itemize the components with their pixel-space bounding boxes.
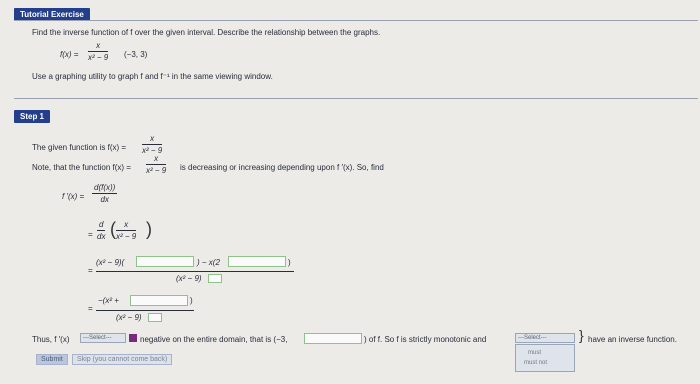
graphing-utility-text: Use a graphing utility to graph f and f⁻… bbox=[32, 72, 273, 81]
derivative-denominator: dx bbox=[100, 195, 109, 204]
eq3-num-c: ) bbox=[288, 258, 291, 267]
eq2-numerator: x bbox=[124, 220, 129, 229]
thus-text-c: ) of f. So f is strictly monotonic and bbox=[364, 335, 487, 344]
eq3-num-b: ) − x(2 bbox=[197, 258, 220, 267]
function-lhs: f(x) = bbox=[60, 50, 79, 59]
eq3-answer-box-1[interactable] bbox=[136, 256, 194, 267]
given-numerator: x bbox=[150, 134, 155, 143]
bracket: } bbox=[579, 327, 584, 343]
select-option-must-not[interactable]: must not bbox=[524, 360, 547, 366]
eq2-d: d bbox=[99, 220, 104, 229]
tutorial-page: Tutorial Exercise Find the inverse funct… bbox=[0, 0, 700, 384]
function-denominator: x² − 9 bbox=[88, 53, 109, 62]
eq2-dx: dx bbox=[97, 232, 106, 241]
eq4-equals: = bbox=[88, 304, 93, 313]
submit-button[interactable]: Submit bbox=[36, 354, 68, 365]
interval-answer-box[interactable] bbox=[304, 333, 362, 344]
fraction-bar bbox=[146, 164, 167, 165]
eq3-answer-box-2[interactable] bbox=[228, 256, 286, 267]
skip-button[interactable]: Skip (you cannot come back) bbox=[72, 354, 173, 365]
interval-text: (−3, 3) bbox=[124, 50, 148, 59]
eq4-num-b: ) bbox=[190, 296, 193, 305]
thus-text-d: have an inverse function. bbox=[588, 335, 677, 344]
header-divider bbox=[14, 20, 698, 21]
note-text-b: is decreasing or increasing depending up… bbox=[180, 163, 384, 172]
instruction-text: Find the inverse function of f over the … bbox=[32, 28, 381, 37]
step-1-tab: Step 1 bbox=[14, 110, 51, 123]
thus-text-b: negative on the entire domain, that is (… bbox=[140, 335, 288, 344]
note-numerator: x bbox=[154, 154, 159, 163]
derivative-fraction: d(f(x)) dx bbox=[92, 183, 118, 204]
note-text-a: Note, that the function f(x) = bbox=[32, 163, 131, 172]
fraction-bar bbox=[142, 144, 163, 145]
function-fraction: x x² − 9 bbox=[88, 41, 109, 62]
eq4-answer-box[interactable] bbox=[130, 295, 188, 306]
eq2-fraction: x x² − 9 bbox=[116, 220, 137, 241]
thus-text-a: Thus, f ′(x) bbox=[32, 335, 70, 344]
eq4-num-a: −(x² + bbox=[98, 296, 119, 305]
fraction-bar bbox=[92, 193, 118, 194]
select-dropdown-2-options bbox=[515, 344, 575, 372]
fraction-bar bbox=[97, 230, 106, 231]
eq4-exponent-box[interactable] bbox=[148, 313, 162, 322]
eq2-equals: = bbox=[88, 230, 93, 239]
fraction-bar bbox=[116, 230, 137, 231]
info-icon bbox=[129, 334, 137, 342]
select-option-must[interactable]: must bbox=[528, 350, 541, 356]
select-dropdown-2[interactable]: ---Select--- bbox=[515, 333, 575, 343]
note-denominator: x² − 9 bbox=[146, 166, 167, 175]
fprime-lhs: f ′(x) = bbox=[62, 192, 85, 201]
eq3-denominator: (x² − 9) bbox=[176, 274, 202, 283]
eq3-num-a: (x² − 9)( bbox=[96, 258, 125, 267]
eq2-d-dx: d dx bbox=[97, 220, 106, 241]
eq4-fraction-bar bbox=[96, 310, 194, 311]
select-dropdown-1[interactable]: ---Select--- bbox=[80, 333, 126, 343]
given-function-text: The given function is f(x) = bbox=[32, 143, 127, 152]
given-fraction: x x² − 9 bbox=[142, 134, 163, 155]
derivative-numerator: d(f(x)) bbox=[94, 183, 116, 192]
step-divider bbox=[14, 98, 698, 99]
close-paren: ) bbox=[146, 219, 152, 239]
function-numerator: x bbox=[96, 41, 101, 50]
eq3-fraction-bar bbox=[96, 271, 294, 272]
fraction-bar bbox=[88, 51, 109, 52]
note-fraction: x x² − 9 bbox=[146, 154, 167, 175]
eq2-denominator: x² − 9 bbox=[116, 232, 137, 241]
eq3-equals: = bbox=[88, 266, 93, 275]
eq4-denominator: (x² − 9) bbox=[116, 313, 142, 322]
eq3-exponent-box[interactable] bbox=[208, 274, 222, 283]
